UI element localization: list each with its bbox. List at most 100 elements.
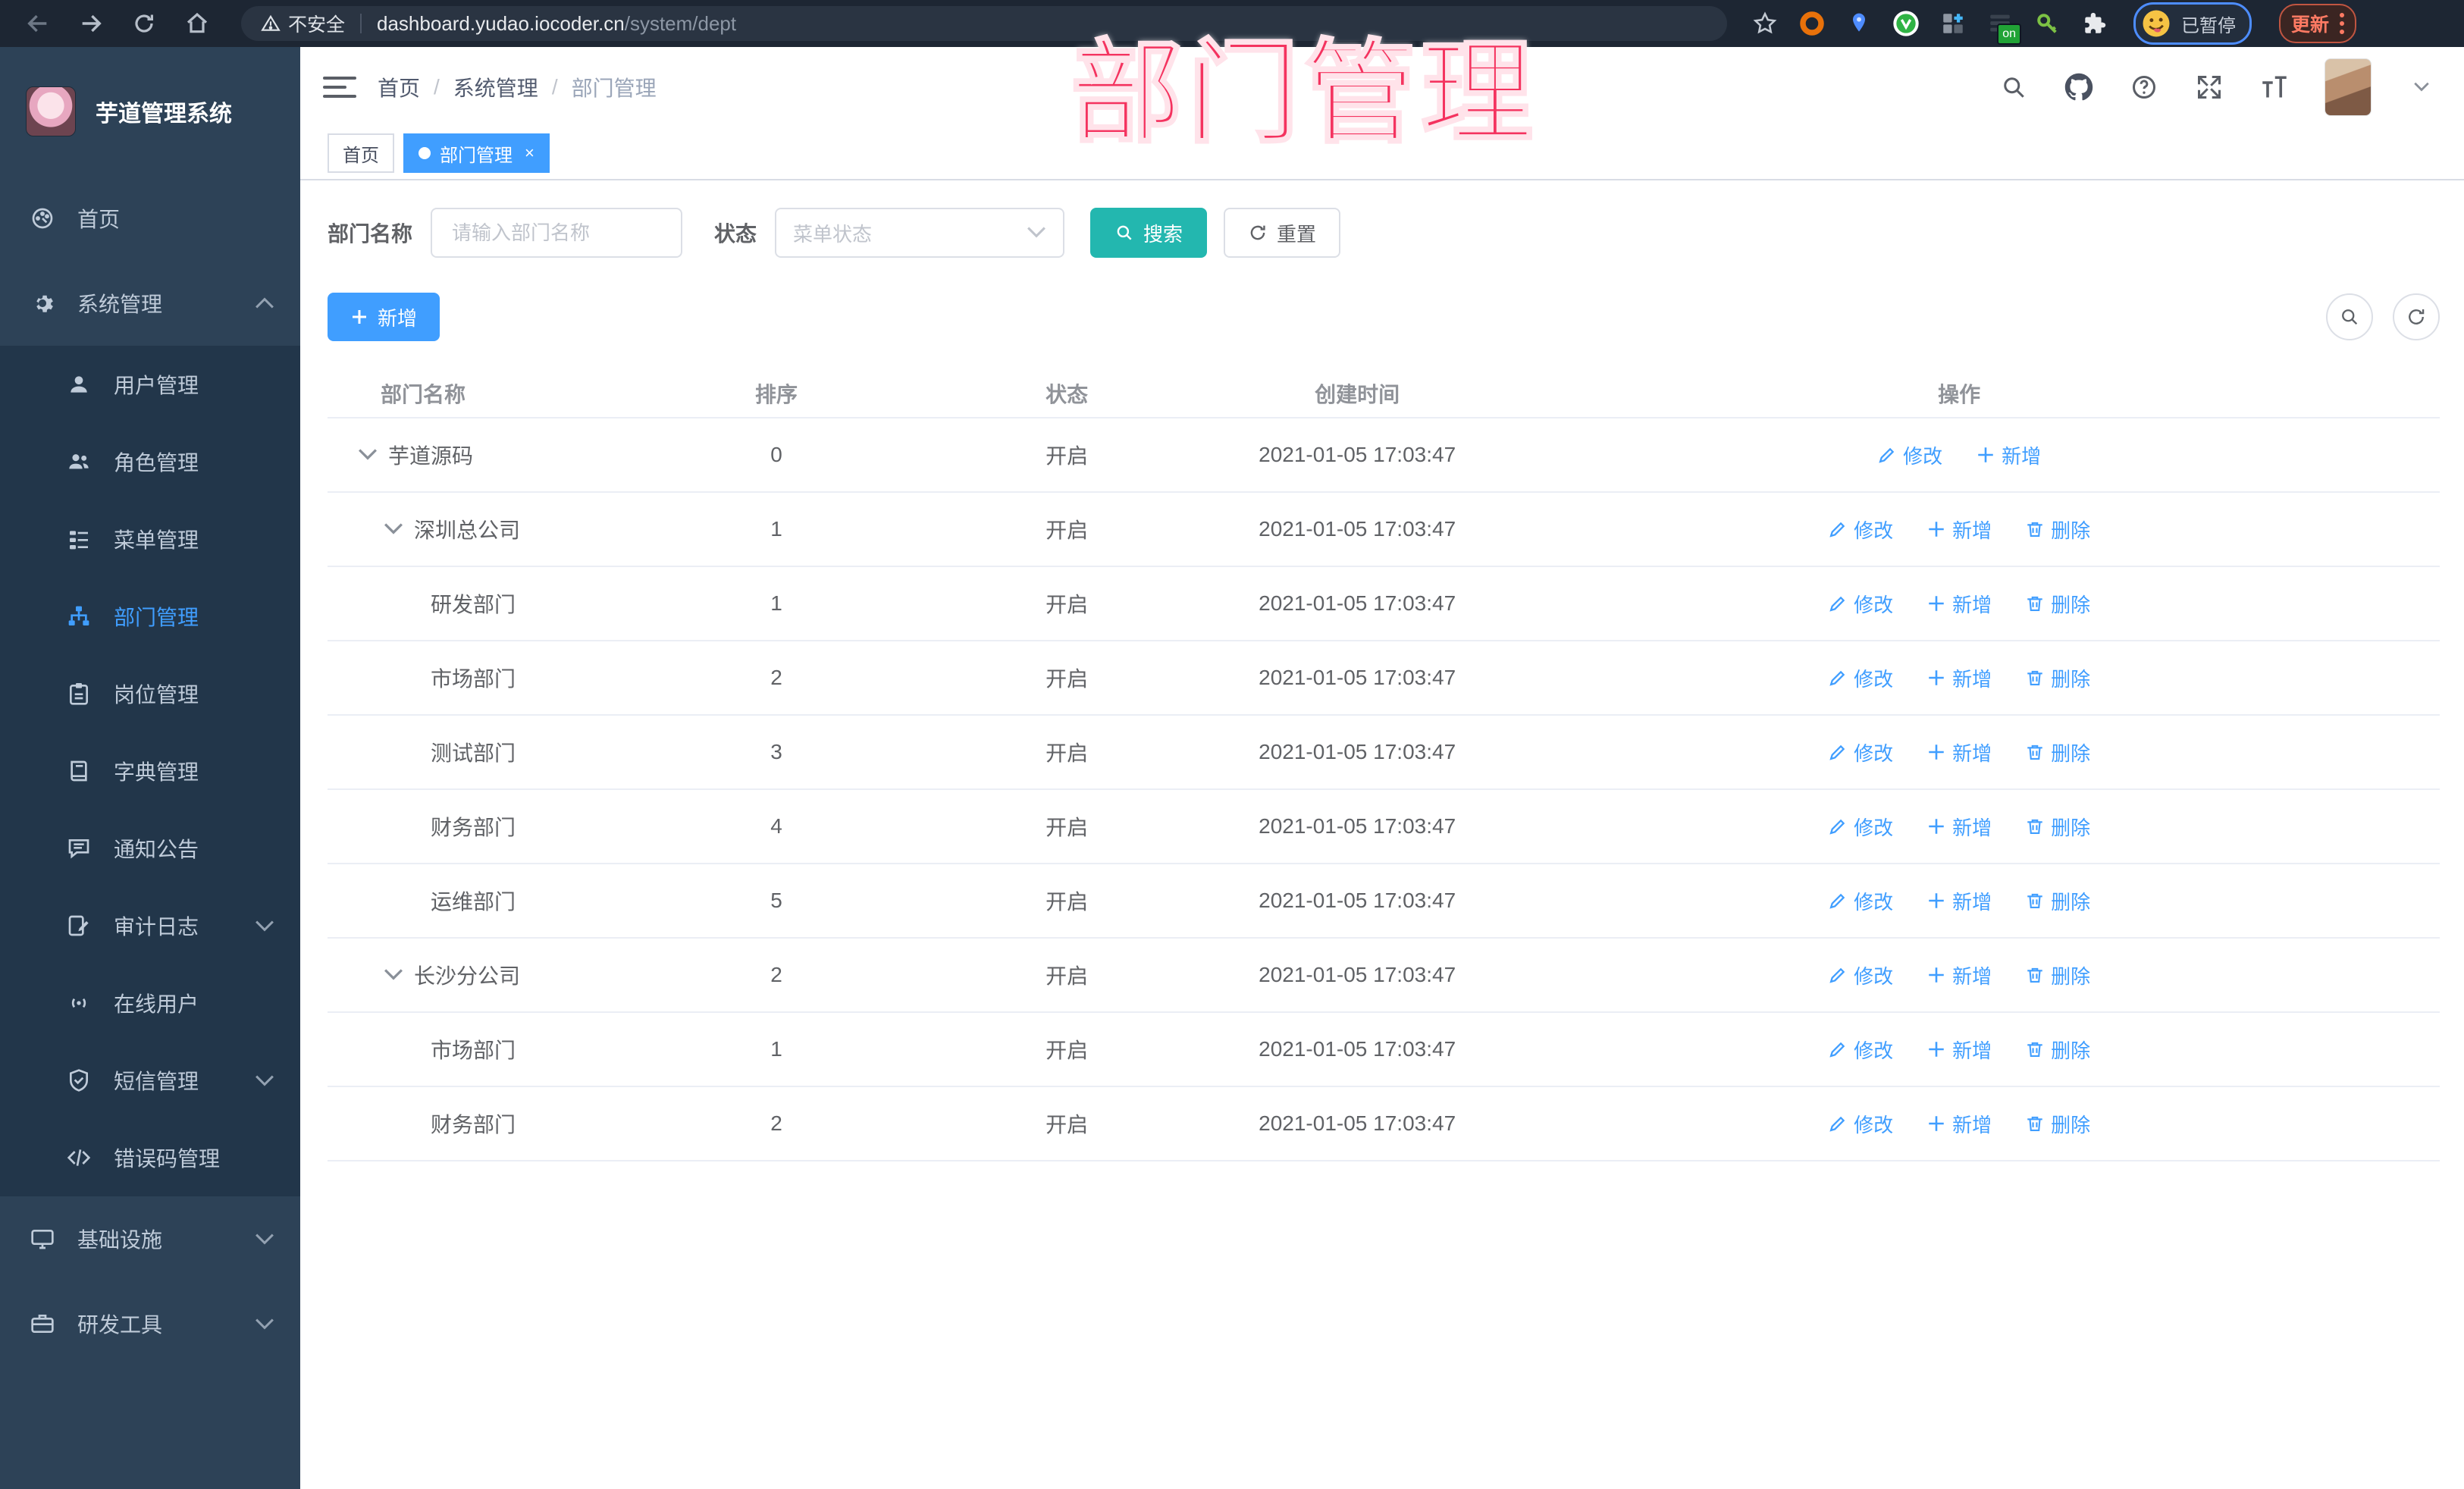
add-child-link[interactable]: 新增	[1926, 813, 1992, 841]
sidebar-item-departments[interactable]: 部门管理	[0, 578, 300, 655]
browser-update-button[interactable]: 更新	[2279, 4, 2357, 43]
sidebar-item-home[interactable]: 首页	[0, 176, 300, 261]
profile-emoji-icon	[2143, 10, 2170, 37]
delete-link[interactable]: 删除	[2025, 961, 2090, 989]
edit-link[interactable]: 修改	[1828, 1110, 1893, 1138]
header-search-icon[interactable]	[1998, 72, 2029, 102]
delete-link[interactable]: 删除	[2025, 516, 2090, 544]
add-child-link[interactable]: 新增	[1926, 1036, 1992, 1064]
tab-label: 部门管理	[440, 145, 513, 166]
chevron-down-icon	[1027, 227, 1045, 238]
sidebar-item-sms[interactable]: 短信管理	[0, 1042, 300, 1119]
sidebar-item-label: 在线用户	[114, 992, 199, 1016]
add-child-link[interactable]: 新增	[1926, 516, 1992, 544]
browser-reload-icon[interactable]	[123, 6, 165, 41]
browser-back-icon[interactable]	[17, 6, 59, 41]
toggle-search-button[interactable]	[2326, 293, 2373, 340]
breadcrumb-home[interactable]: 首页	[378, 72, 420, 102]
expand-chevron-icon[interactable]	[358, 445, 378, 465]
extension-orange-icon[interactable]	[1797, 8, 1827, 39]
sidebar-item-system[interactable]: 系统管理	[0, 261, 300, 346]
tab-close-icon[interactable]: ×	[525, 145, 534, 161]
edit-link[interactable]: 修改	[1828, 738, 1893, 766]
browser-home-icon[interactable]	[176, 6, 218, 41]
add-child-link[interactable]: 新增	[1926, 887, 1992, 915]
edit-link[interactable]: 修改	[1828, 1036, 1893, 1064]
breadcrumb-system[interactable]: 系统管理	[453, 72, 538, 102]
extension-pin-icon[interactable]	[1844, 8, 1874, 39]
sidebar-item-posts[interactable]: 岗位管理	[0, 655, 300, 732]
collapse-menu-icon[interactable]	[323, 72, 356, 102]
extensions-puzzle-icon[interactable]	[2079, 8, 2109, 39]
tab-home[interactable]: 首页	[328, 133, 394, 173]
delete-link[interactable]: 删除	[2025, 1110, 2090, 1138]
extension-key-icon[interactable]	[2032, 8, 2062, 39]
refresh-table-button[interactable]	[2393, 293, 2440, 340]
help-icon[interactable]	[2129, 72, 2159, 102]
sidebar-item-dicts[interactable]: 字典管理	[0, 732, 300, 810]
dept-name-input[interactable]	[431, 208, 683, 258]
edit-link[interactable]: 修改	[1828, 961, 1893, 989]
delete-link[interactable]: 删除	[2025, 1036, 2090, 1064]
sidebar-item-infrastructure[interactable]: 基础设施	[0, 1196, 300, 1281]
fullscreen-icon[interactable]	[2194, 72, 2224, 102]
bookmark-star-icon[interactable]	[1750, 8, 1780, 39]
add-child-link[interactable]: 新增	[1926, 961, 1992, 989]
status-select[interactable]: 菜单状态	[775, 208, 1065, 258]
dept-sort: 2	[770, 666, 782, 689]
edit-link[interactable]: 修改	[1828, 813, 1893, 841]
main-area: 首页 / 系统管理 / 部门管理 首页 部门管理 × 部门名称 请输入部门名称 …	[300, 47, 2464, 1489]
edit-link[interactable]: 修改	[1828, 664, 1893, 692]
table-row: 研发部门 1 开启 2021-01-05 17:03:47 修改 新增 删除	[328, 567, 2440, 641]
add-child-link[interactable]: 新增	[1926, 664, 1992, 692]
dept-name: 市场部门	[431, 1039, 516, 1062]
address-bar[interactable]: 不安全 dashboard.yudao.iocoder.cn/system/de…	[241, 6, 1727, 41]
extension-green-check-icon[interactable]	[1891, 8, 1921, 39]
delete-link[interactable]: 删除	[2025, 738, 2090, 766]
search-button[interactable]: 搜索	[1090, 208, 1208, 258]
site-security-indicator[interactable]: 不安全	[261, 10, 345, 37]
sidebar-item-dev-tools[interactable]: 研发工具	[0, 1281, 300, 1366]
extension-on-badge-icon[interactable]: on	[1985, 8, 2021, 45]
expand-chevron-icon[interactable]	[384, 965, 403, 985]
user-avatar[interactable]	[2324, 58, 2372, 116]
edit-link[interactable]: 修改	[1877, 441, 1942, 469]
dept-status: 开启	[1045, 519, 1089, 542]
reset-button[interactable]: 重置	[1224, 208, 1341, 258]
sidebar-item-audit-logs[interactable]: 审计日志	[0, 887, 300, 964]
delete-link[interactable]: 删除	[2025, 664, 2090, 692]
pencil-icon	[1829, 1116, 1845, 1132]
add-child-link[interactable]: 新增	[1926, 738, 1992, 766]
dept-status: 开启	[1045, 593, 1089, 616]
browser-forward-icon[interactable]	[70, 6, 112, 41]
app-logo-row[interactable]: 芋道管理系统	[0, 47, 300, 176]
browser-chrome: 不安全 dashboard.yudao.iocoder.cn/system/de…	[0, 0, 2464, 47]
add-child-link[interactable]: 新增	[1976, 441, 2041, 469]
dept-status: 开启	[1045, 444, 1089, 468]
delete-link[interactable]: 删除	[2025, 887, 2090, 915]
delete-link[interactable]: 删除	[2025, 590, 2090, 618]
dept-table: 部门名称 排序 状态 创建时间 操作 芋道源码 0 开启 2021-01-05 …	[328, 370, 2440, 1161]
sidebar-item-online-users[interactable]: 在线用户	[0, 964, 300, 1042]
edit-link[interactable]: 修改	[1828, 516, 1893, 544]
sidebar-item-notices[interactable]: 通知公告	[0, 810, 300, 887]
expand-chevron-icon[interactable]	[384, 519, 403, 539]
extension-grid-icon[interactable]	[1938, 8, 1968, 39]
sidebar-item-menus[interactable]: 菜单管理	[0, 500, 300, 578]
chevron-down-icon	[255, 920, 274, 932]
sidebar-item-roles[interactable]: 角色管理	[0, 423, 300, 500]
edit-link[interactable]: 修改	[1828, 590, 1893, 618]
delete-link[interactable]: 删除	[2025, 813, 2090, 841]
font-size-icon[interactable]	[2259, 72, 2290, 102]
edit-link[interactable]: 修改	[1828, 887, 1893, 915]
user-menu-caret-icon[interactable]	[2406, 72, 2437, 102]
sidebar-item-users[interactable]: 用户管理	[0, 346, 300, 423]
browser-menu-icon[interactable]	[2340, 13, 2345, 34]
browser-profile-chip[interactable]: 已暂停	[2133, 2, 2252, 45]
sidebar-item-error-codes[interactable]: 错误码管理	[0, 1119, 300, 1196]
tab-dept-management[interactable]: 部门管理 ×	[403, 133, 550, 173]
add-dept-button[interactable]: 新增	[328, 293, 440, 341]
add-child-link[interactable]: 新增	[1926, 1110, 1992, 1138]
add-child-link[interactable]: 新增	[1926, 590, 1992, 618]
github-icon[interactable]	[2064, 72, 2094, 102]
